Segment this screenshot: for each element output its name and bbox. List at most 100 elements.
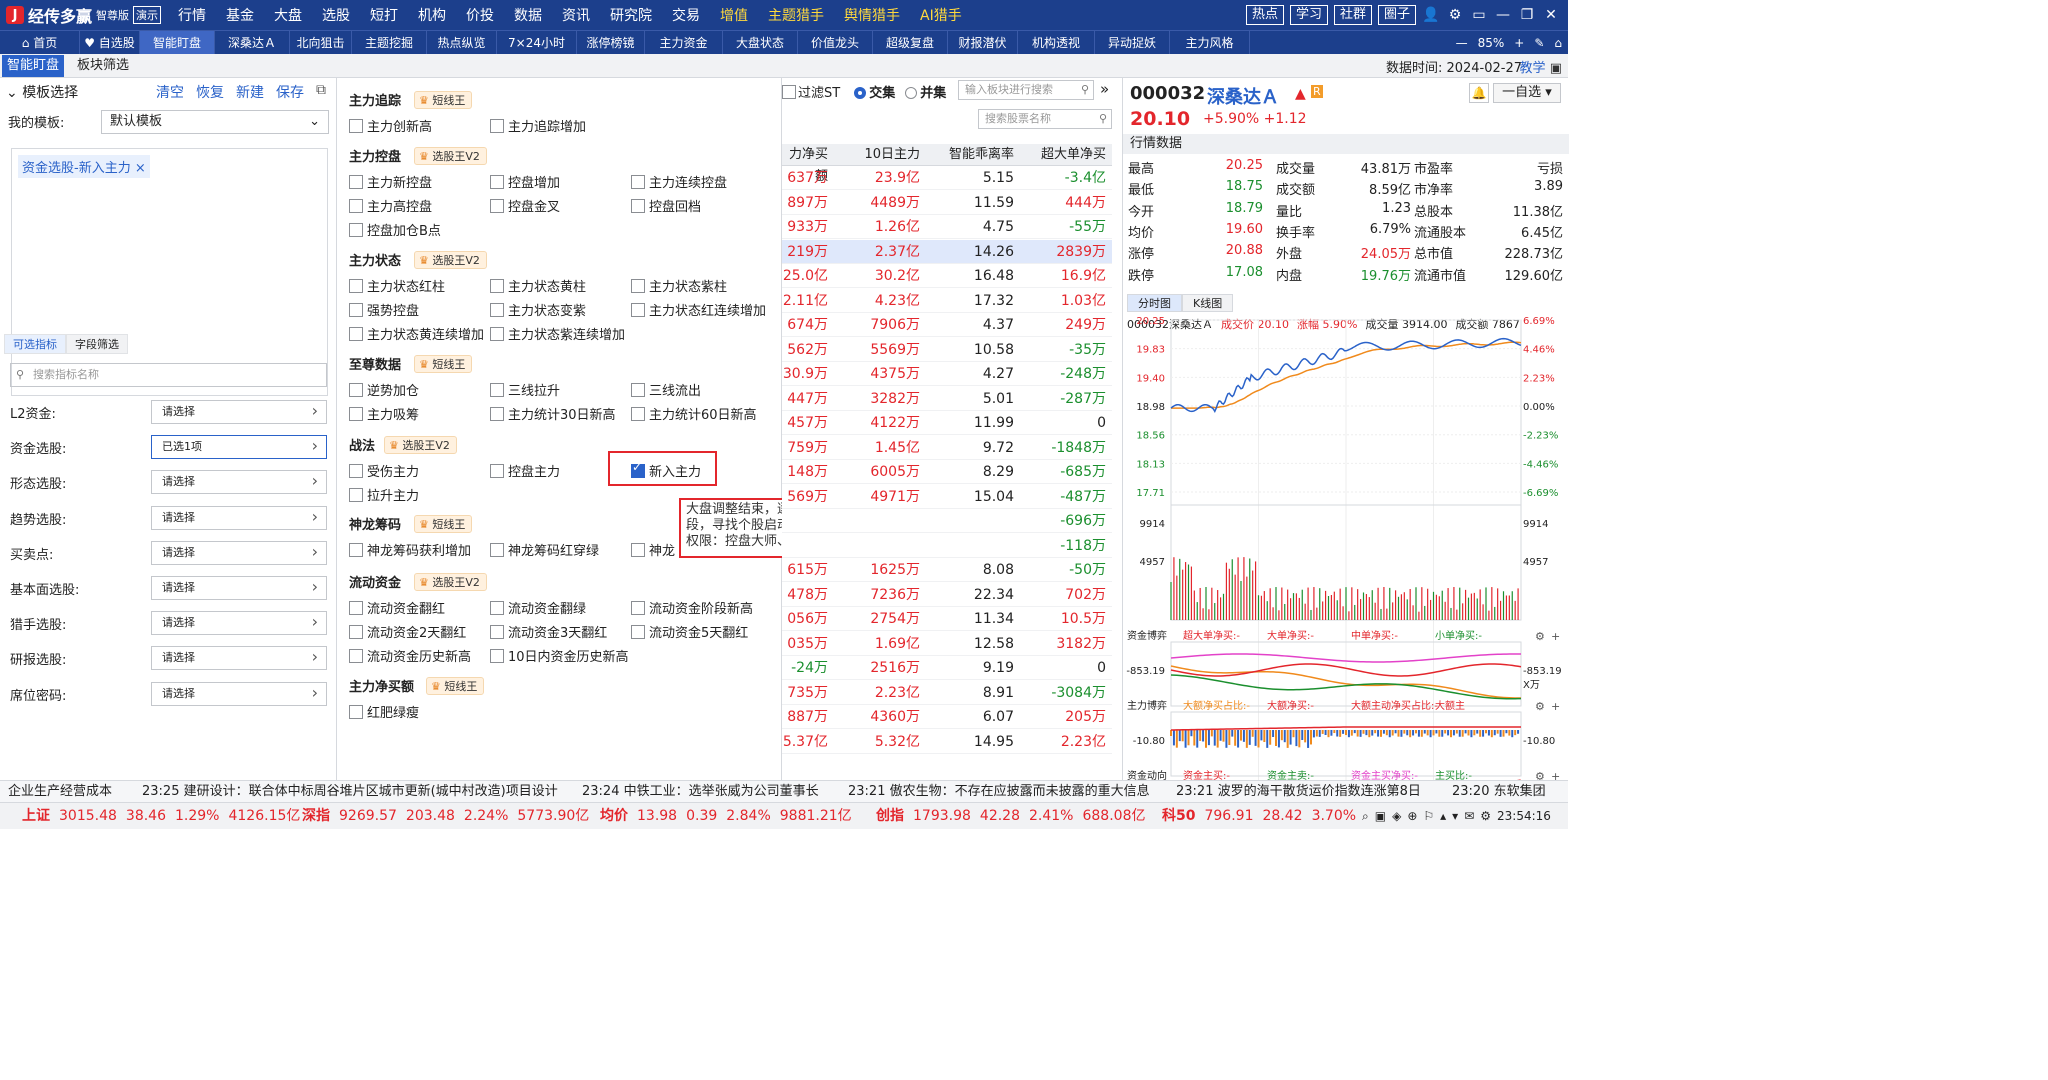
indicator-checkbox[interactable]: 神龙筹码红穿绿 bbox=[490, 540, 599, 559]
indicator-checkbox[interactable]: 主力状态变紫 bbox=[490, 300, 586, 319]
indicator-checkbox[interactable]: 主力吸筹 bbox=[349, 404, 419, 423]
indicator-checkbox[interactable]: 控盘增加 bbox=[490, 172, 560, 191]
indicator-checkbox[interactable]: 主力统计60日新高 bbox=[631, 404, 757, 423]
table-row[interactable]: 2.11亿 4.23亿 17.32 1.03亿 bbox=[782, 289, 1112, 313]
table-row[interactable]: -24万 2516万 9.19 0 bbox=[782, 656, 1112, 680]
table-row[interactable]: 30.9万 4375万 4.27 -248万 bbox=[782, 362, 1112, 386]
sector-search-input[interactable]: 输入板块进行搜索 ⚲ bbox=[958, 80, 1094, 100]
indicator-checkbox[interactable]: 主力状态红连续增加 bbox=[631, 300, 766, 319]
table-row[interactable]: 035万 1.69亿 12.58 3182万 bbox=[782, 632, 1112, 656]
filter-st-checkbox[interactable]: 过滤ST bbox=[782, 82, 840, 101]
indicator-checkbox[interactable]: 流动资金翻红 bbox=[349, 598, 445, 617]
add-self-button[interactable]: 一自选 ▾ bbox=[1493, 83, 1561, 103]
filter-row-select[interactable]: 请选择 bbox=[151, 505, 327, 530]
tab-3[interactable]: 深桑达Ａ bbox=[215, 30, 290, 55]
community-button[interactable]: 社群 bbox=[1333, 5, 1372, 25]
indicator-checkbox[interactable]: 控盘金叉 bbox=[490, 196, 560, 215]
save-button[interactable]: 保存 bbox=[276, 82, 304, 102]
status-icon[interactable]: ⚙ bbox=[1480, 809, 1491, 823]
indicator-checkbox[interactable]: 受伤主力 bbox=[349, 461, 419, 480]
tab-11[interactable]: 价值龙头 bbox=[798, 30, 873, 55]
filter-row-select[interactable]: 已选1项 bbox=[151, 435, 327, 460]
close-icon[interactable]: ▣ bbox=[1550, 61, 1562, 76]
table-row[interactable]: 674万 7906万 4.37 249万 bbox=[782, 313, 1112, 337]
indicator-checkbox[interactable]: 主力统计30日新高 bbox=[490, 404, 616, 423]
indicator-checkbox[interactable]: 主力状态黄连续增加 bbox=[349, 324, 484, 343]
indicator-checkbox[interactable]: 10日内资金历史新高 bbox=[490, 646, 629, 665]
indicator-checkbox[interactable]: 神龙 bbox=[631, 540, 675, 559]
pin-icon[interactable]: ⌂ bbox=[1554, 36, 1562, 50]
tab-available-indicators[interactable]: 可选指标 bbox=[4, 334, 66, 354]
news-item[interactable]: 23:21 傲农生物：不存在应披露而未披露的重大信息 bbox=[848, 781, 1150, 802]
indicator-checkbox[interactable]: 三线流出 bbox=[631, 380, 701, 399]
index-item[interactable]: 上证 3015.48 38.46 1.29% 4126.15亿 bbox=[22, 803, 309, 829]
indicator-checkbox[interactable]: 流动资金5天翻红 bbox=[631, 622, 748, 641]
indicator-checkbox[interactable]: 控盘加仓B点 bbox=[349, 220, 441, 239]
subtab-sector-filter[interactable]: 板块筛选 bbox=[72, 55, 134, 77]
tab-4[interactable]: 北向狙击 bbox=[290, 30, 352, 55]
app-logo[interactable]: J 经传多赢 智尊版 演示 bbox=[0, 0, 168, 30]
hot-button[interactable]: 热点 bbox=[1245, 5, 1284, 25]
table-row[interactable]: 933万 1.26亿 4.75 -55万 bbox=[782, 215, 1112, 239]
minimize-icon[interactable]: — bbox=[1494, 6, 1512, 24]
tab-10[interactable]: 大盘状态 bbox=[723, 30, 798, 55]
table-row[interactable]: 887万 4360万 6.07 205万 bbox=[782, 705, 1112, 729]
indicator-checkbox[interactable]: 流动资金翻绿 bbox=[490, 598, 586, 617]
table-header-cell[interactable]: 力净买额 bbox=[782, 144, 828, 184]
tab-6[interactable]: 热点纵览 bbox=[427, 30, 497, 55]
tab-5[interactable]: 主题挖掘 bbox=[352, 30, 427, 55]
table-row[interactable]: -696万 bbox=[782, 509, 1112, 533]
indicator-checkbox[interactable]: 逆势加仓 bbox=[349, 380, 419, 399]
table-row[interactable]: 5.37亿 5.32亿 14.95 2.23亿 bbox=[782, 730, 1112, 754]
tab-7[interactable]: 7×24小时 bbox=[497, 30, 577, 55]
window-icon[interactable]: ▭ bbox=[1470, 6, 1488, 24]
table-header-cell[interactable]: 智能乖离率 bbox=[922, 144, 1014, 166]
stock-name[interactable]: 深桑达Ａ bbox=[1207, 83, 1279, 109]
circle-button[interactable]: 圈子 bbox=[1377, 5, 1416, 25]
gear-icon[interactable]: ⚙ bbox=[1535, 770, 1545, 780]
news-item[interactable]: 企业生产经营成本 bbox=[8, 781, 112, 802]
tab-1[interactable]: ♥ 自选股 bbox=[80, 30, 140, 55]
indicator-checkbox[interactable]: 主力创新高 bbox=[349, 116, 432, 135]
indicator-checkbox[interactable]: 流动资金2天翻红 bbox=[349, 622, 466, 641]
collapse-icon[interactable]: » bbox=[1100, 80, 1109, 98]
news-item[interactable]: 23:21 波罗的海干散货运价指数连涨第8日 bbox=[1176, 781, 1421, 802]
filter-row-select[interactable]: 请选择 bbox=[151, 681, 327, 706]
condition-chip[interactable]: 资金选股-新入主力 × bbox=[18, 155, 150, 178]
status-icon[interactable]: ◈ bbox=[1392, 809, 1401, 823]
menu-item-7[interactable]: 数据 bbox=[504, 5, 552, 25]
new-button[interactable]: 新建 bbox=[236, 82, 264, 102]
stock-search-input[interactable]: 搜索股票名称 ⚲ bbox=[978, 109, 1112, 129]
table-row[interactable]: 056万 2754万 11.34 10.5万 bbox=[782, 607, 1112, 631]
table-row[interactable]: 759万 1.45亿 9.72 -1848万 bbox=[782, 436, 1112, 460]
table-row[interactable]: 637万 23.9亿 5.15 -3.4亿 bbox=[782, 166, 1112, 190]
demo-badge[interactable]: 演示 bbox=[133, 6, 162, 24]
tab-8[interactable]: 涨停榜镜 bbox=[577, 30, 645, 55]
menu-item-11[interactable]: 增值 bbox=[710, 5, 758, 25]
gear-icon[interactable]: ⚙ bbox=[1535, 630, 1545, 643]
alert-icon[interactable]: 🔔 bbox=[1469, 83, 1489, 103]
filter-row-select[interactable]: 请选择 bbox=[151, 611, 327, 636]
filter-row-select[interactable]: 请选择 bbox=[151, 540, 327, 565]
tab-15[interactable]: 异动捉妖 bbox=[1095, 30, 1170, 55]
learn-button[interactable]: 学习 bbox=[1289, 5, 1328, 25]
tab-12[interactable]: 超级复盘 bbox=[873, 30, 948, 55]
table-row[interactable]: 562万 5569万 10.58 -35万 bbox=[782, 338, 1112, 362]
tab-16[interactable]: 主力风格 bbox=[1170, 30, 1250, 55]
indicator-checkbox[interactable]: 流动资金阶段新高 bbox=[631, 598, 753, 617]
tab-field-filter[interactable]: 字段筛选 bbox=[66, 334, 128, 354]
indicator-checkbox[interactable]: 主力状态红柱 bbox=[349, 276, 445, 295]
index-item[interactable]: 均价 13.98 0.39 2.84% 9881.21亿 bbox=[600, 803, 861, 829]
table-row[interactable]: 25.0亿 30.2亿 16.48 16.9亿 bbox=[782, 264, 1112, 288]
status-icon[interactable]: ▾ bbox=[1452, 809, 1458, 823]
teach-link[interactable]: 教学 ▣ bbox=[1520, 57, 1562, 76]
status-icon[interactable]: ✉ bbox=[1464, 809, 1474, 823]
indicator-checkbox[interactable]: 主力状态紫连续增加 bbox=[490, 324, 625, 343]
copy-icon[interactable]: ⧉ bbox=[316, 82, 326, 102]
menu-item-6[interactable]: 价投 bbox=[456, 5, 504, 25]
indicator-checkbox[interactable]: 主力高控盘 bbox=[349, 196, 432, 215]
table-row[interactable]: 735万 2.23亿 8.91 -3084万 bbox=[782, 681, 1112, 705]
indicator-checkbox[interactable]: 红肥绿瘦 bbox=[349, 702, 419, 721]
menu-item-12[interactable]: 主题猎手 bbox=[758, 5, 834, 25]
add-icon[interactable]: + bbox=[1551, 630, 1560, 643]
